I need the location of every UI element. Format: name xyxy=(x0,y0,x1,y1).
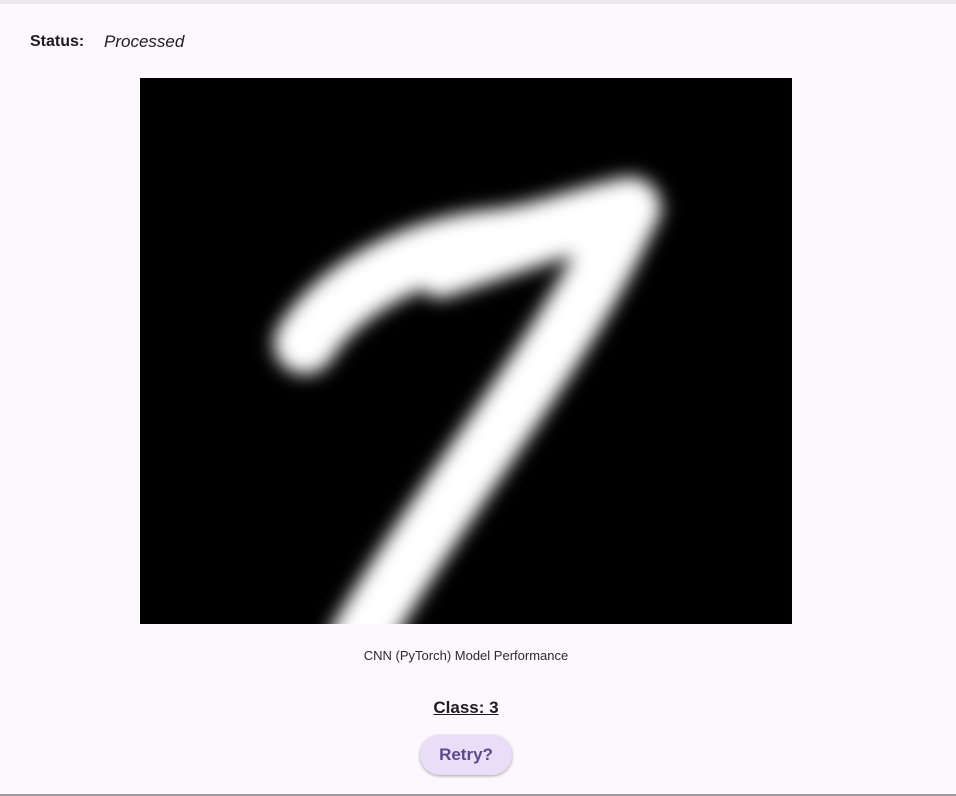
status-value: Processed xyxy=(104,32,185,51)
digit-image-drawing xyxy=(140,78,792,624)
status-row: Status: Processed xyxy=(30,31,184,53)
retry-button[interactable]: Retry? xyxy=(420,735,512,775)
top-divider xyxy=(0,0,956,4)
status-label: Status: xyxy=(30,33,85,50)
digit-image xyxy=(140,78,792,624)
model-caption: CNN (PyTorch) Model Performance xyxy=(363,648,569,663)
prediction-result: Class: 3 xyxy=(433,698,499,717)
